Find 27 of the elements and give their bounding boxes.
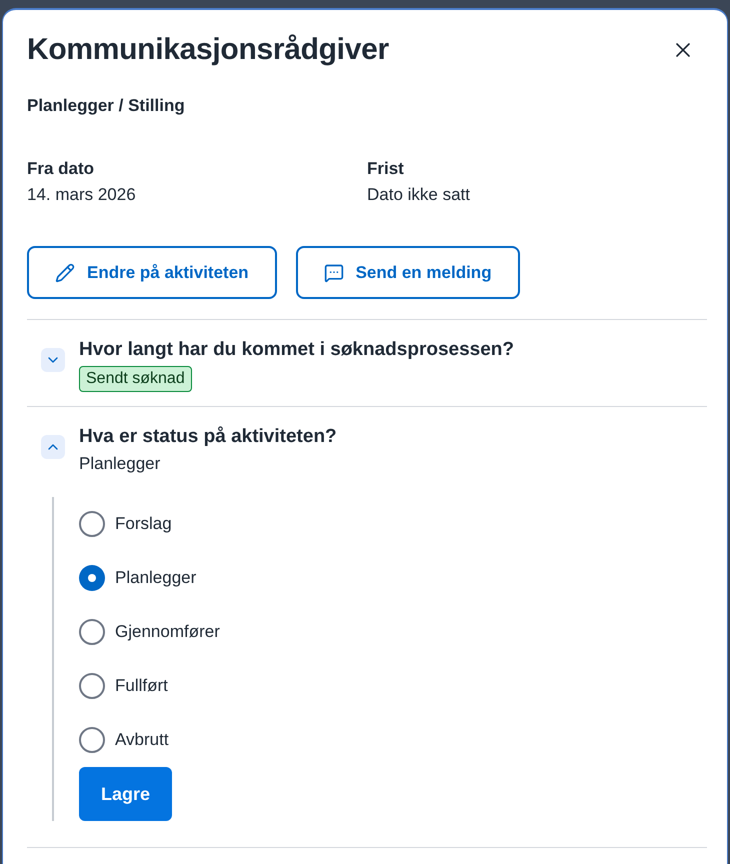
status-summary: Planlegger: [79, 453, 160, 475]
question-heading[interactable]: Hva er status på aktiviteten?: [79, 423, 337, 451]
chat-bubble-icon: [324, 262, 344, 282]
radio-label: Forslag: [115, 513, 172, 536]
detail-value: Dato ikke satt: [367, 184, 470, 206]
edit-button[interactable]: Endre på aktiviteten: [27, 246, 277, 299]
dialog-subtitle: Planlegger / Stilling: [27, 95, 185, 117]
radio-button[interactable]: [79, 565, 105, 591]
radio-label: Fullført: [115, 675, 168, 698]
detail-value: 14. mars 2026: [27, 184, 136, 206]
radio-button[interactable]: [79, 511, 105, 537]
pencil-icon: [55, 262, 75, 282]
radio-label: Avbrutt: [115, 729, 169, 752]
radio-button[interactable]: [79, 619, 105, 645]
radio-label: Gjennomfører: [115, 621, 220, 644]
expand-toggle[interactable]: [41, 435, 65, 459]
radio-button[interactable]: [79, 727, 105, 753]
message-button[interactable]: Send en melding: [296, 246, 520, 299]
detail-label: Fra dato: [27, 158, 94, 180]
detail-label: Frist: [367, 158, 404, 180]
radio-label: Planlegger: [115, 567, 196, 590]
save-button[interactable]: Lagre: [79, 767, 172, 821]
dialog-title: Kommunikasjonsrådgiver: [27, 32, 389, 68]
status-tag: Sendt søknad: [79, 366, 192, 392]
expand-toggle[interactable]: [41, 348, 65, 372]
radio-button[interactable]: [79, 673, 105, 699]
question-heading[interactable]: Hvor langt har du kommet i søknadsprosessen?: [79, 336, 514, 364]
